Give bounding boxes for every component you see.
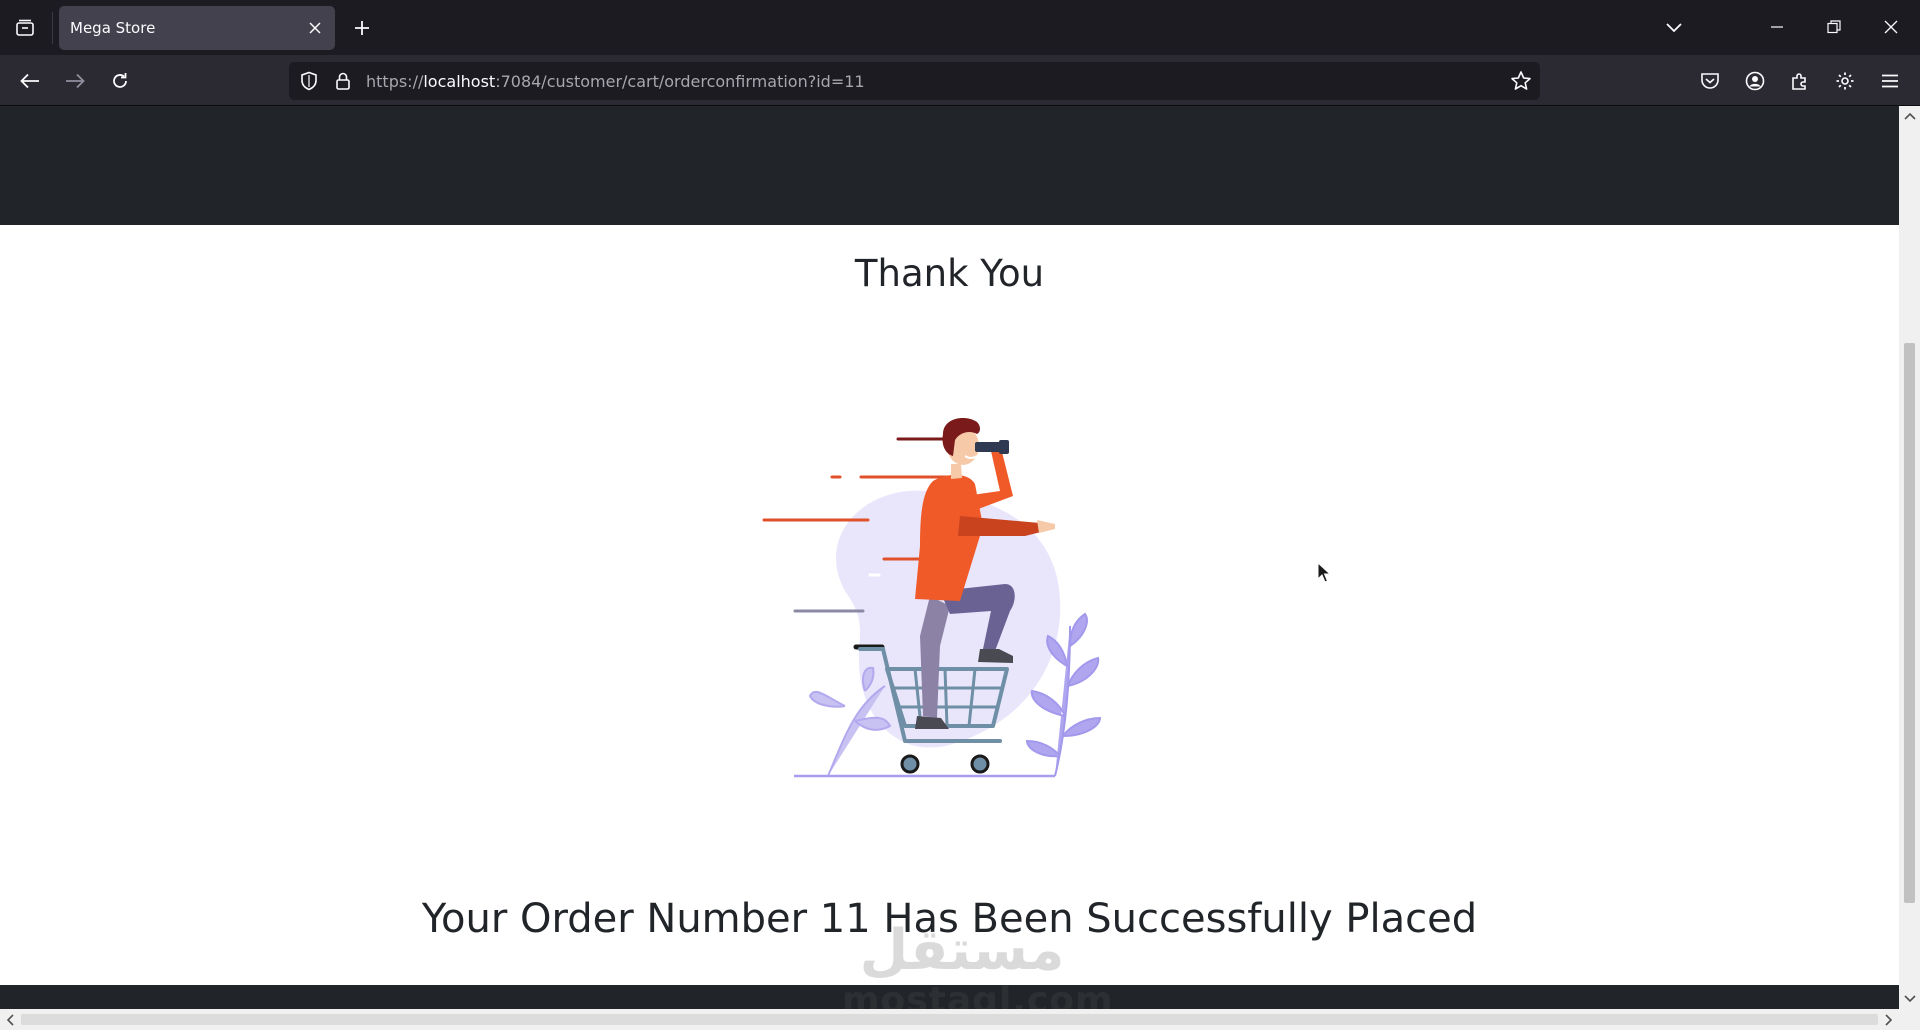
list-all-tabs-button[interactable] [1660,14,1688,42]
chevron-down-icon [1903,995,1916,1003]
close-window-button[interactable] [1871,8,1911,46]
scroll-up-button[interactable] [1902,109,1917,123]
scrollbar-corner [1899,1009,1920,1030]
extensions-icon [1792,73,1806,90]
url-bar[interactable]: https://localhost:7084/customer/cart/ord… [289,62,1540,100]
back-button[interactable] [14,65,46,97]
navigation-toolbar: https://localhost:7084/customer/cart/ord… [0,55,1920,106]
settings-extension-button[interactable] [1832,68,1858,94]
cart-wheel [900,754,920,774]
minimize-icon [1771,26,1783,28]
binoculars-lens [999,440,1009,454]
person-neck [951,464,962,479]
scroll-right-button[interactable] [1882,1012,1896,1027]
chevron-left-icon [6,1013,14,1026]
tab-separator [52,12,53,44]
horizontal-scroll-thumb[interactable] [21,1014,1878,1025]
pocket-icon [1701,73,1719,89]
back-arrow-icon [20,73,39,89]
page-viewport: Thank You Your Order Number 11 Has Been … [0,106,1899,1009]
url-path: :7084/customer/cart/orderconfirmation?id… [495,72,865,91]
close-icon [309,22,321,34]
star-icon[interactable] [1510,70,1532,92]
cart-wheel [970,754,990,774]
restore-icon [1827,20,1841,34]
url-scheme: https:// [366,72,424,91]
scroll-left-button[interactable] [3,1012,17,1027]
account-button[interactable] [1742,68,1768,94]
tab-mega-store[interactable]: Mega Store [59,6,335,50]
chevron-up-icon [1903,112,1916,120]
minimize-button[interactable] [1757,8,1797,46]
gear-icon [1836,72,1854,90]
shopping-cart-illustration [762,418,1102,778]
person-hand [1037,520,1055,533]
extensions-button[interactable] [1787,68,1813,94]
watermark-arabic: مستقل [859,918,1065,983]
url-host: localhost [423,72,496,91]
browser-window: Mega Store https://localhost:7084/custom… [0,0,1920,1030]
tab-title: Mega Store [70,19,156,37]
lock-icon[interactable] [333,71,353,91]
tab-list-icon [16,19,34,36]
pocket-button[interactable] [1697,68,1723,94]
plus-icon [355,21,369,35]
account-icon [1745,71,1765,91]
forward-button[interactable] [59,65,91,97]
watermark-logo: مستقل mostaql.com [842,918,1114,1009]
app-menu-button[interactable] [1877,68,1903,94]
tab-list-button[interactable] [8,14,42,42]
watermark-latin: mostaql.com [842,980,1114,1009]
tab-strip: Mega Store [0,0,1920,55]
shield-icon[interactable] [299,71,319,91]
reload-icon [113,73,127,88]
page-title: Thank You [854,252,1045,295]
site-header [0,106,1899,225]
scroll-down-button[interactable] [1902,992,1917,1006]
menu-icon [1882,74,1898,88]
horizontal-scrollbar[interactable] [0,1009,1899,1030]
restore-button[interactable] [1814,8,1854,46]
new-tab-button[interactable] [348,14,376,42]
tab-close-button[interactable] [305,18,325,38]
chevron-down-icon [1666,23,1682,33]
forward-arrow-icon [66,73,85,89]
chevron-right-icon [1885,1013,1893,1026]
mouse-cursor-icon [1317,562,1331,583]
vertical-scroll-thumb[interactable] [1904,343,1915,903]
vertical-scrollbar[interactable] [1899,106,1920,1009]
close-window-icon [1884,20,1898,34]
reload-button[interactable] [104,65,136,97]
url-text[interactable]: https://localhost:7084/customer/cart/ord… [366,72,865,91]
